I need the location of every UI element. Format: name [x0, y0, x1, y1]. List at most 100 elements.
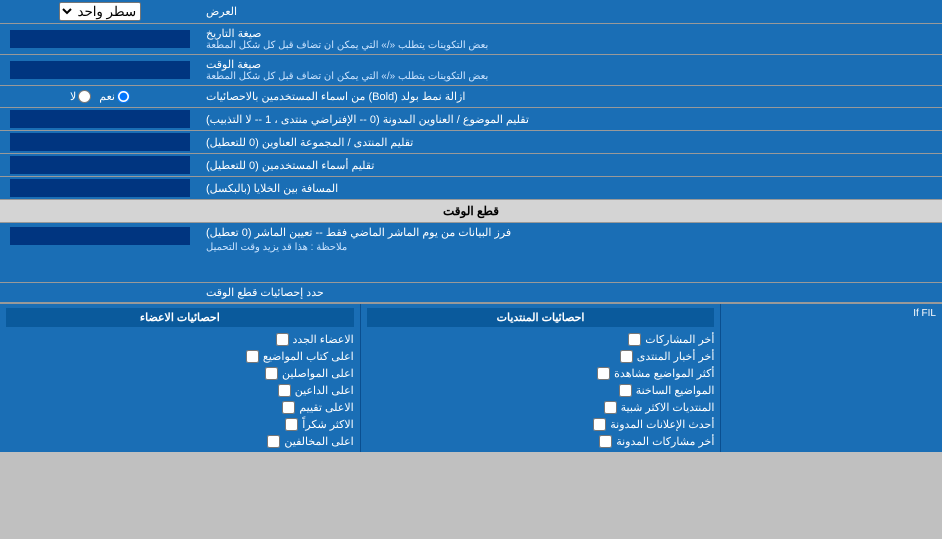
realtime-filter-control: 0 — [0, 223, 200, 282]
checkbox-col-3: If FIL — [721, 304, 942, 452]
checkbox-col2-0-label: أخر المشاركات — [645, 333, 714, 346]
topic-order-input[interactable]: 33 — [10, 110, 190, 128]
col2-header-text: احصائيات المنتديات — [497, 312, 585, 324]
checkbox-item-col1-3: اعلى الداعين — [6, 384, 354, 397]
checkbox-col2-1[interactable] — [620, 350, 633, 363]
checkbox-col2-2-label: أكثر المواضيع مشاهدة — [614, 367, 714, 380]
header-control: سطر واحد سطرين ثلاثة أسطر — [0, 0, 200, 23]
checkbox-col1-5-label: الاكثر شكراً — [302, 418, 353, 431]
bold-remove-label: ازالة نمط بولد (Bold) من اسماء المستخدمي… — [200, 86, 942, 107]
user-trim-control: 0 — [0, 154, 200, 176]
bold-no-label[interactable]: لا — [70, 90, 91, 103]
checkbox-col1-1[interactable] — [246, 350, 259, 363]
realtime-filter-input[interactable]: 0 — [10, 227, 190, 245]
checkbox-col1-1-label: اعلى كتاب المواضيع — [263, 350, 354, 363]
stats-limit-control — [0, 283, 200, 302]
checkbox-col1-0[interactable] — [276, 333, 289, 346]
checkbox-col2-1-label: أخر أخبار المنتدى — [637, 350, 715, 363]
checkbox-item-col1-6: اعلى المخالفين — [6, 435, 354, 448]
bold-no-radio[interactable] — [78, 90, 91, 103]
checkbox-item-col2-4: المنتديات الاكثر شبية — [367, 401, 715, 414]
user-trim-input[interactable]: 0 — [10, 156, 190, 174]
header-text: العرض — [206, 5, 237, 18]
forum-trim-text: تقليم المنتدى / المجموعة العناوين (0 للت… — [206, 136, 413, 149]
bold-remove-row: ازالة نمط بولد (Bold) من اسماء المستخدمي… — [0, 86, 942, 108]
topic-order-label: تقليم الموضوع / العناوين المدونة (0 -- ا… — [200, 108, 942, 130]
topic-order-text: تقليم الموضوع / العناوين المدونة (0 -- ا… — [206, 113, 529, 126]
display-mode-select[interactable]: سطر واحد سطرين ثلاثة أسطر — [59, 2, 141, 21]
forum-trim-input[interactable]: 33 — [10, 133, 190, 151]
forum-trim-row: تقليم المنتدى / المجموعة العناوين (0 للت… — [0, 131, 942, 154]
checkbox-col2-3[interactable] — [619, 384, 632, 397]
checkbox-item-col1-5: الاكثر شكراً — [6, 418, 354, 431]
stats-limit-label: حدد إحصائيات قطع الوقت — [200, 283, 942, 302]
topic-order-control: 33 — [0, 108, 200, 130]
user-trim-text: تقليم أسماء المستخدمين (0 للتعطيل) — [206, 159, 374, 172]
checkbox-col1-6[interactable] — [267, 435, 280, 448]
forum-trim-label: تقليم المنتدى / المجموعة العناوين (0 للت… — [200, 131, 942, 153]
col3-note: If FIL — [727, 308, 936, 319]
bold-yes-radio[interactable] — [117, 90, 130, 103]
realtime-section-header: قطع الوقت — [0, 200, 942, 223]
checkbox-col2-3-label: المواضيع الساخنة — [636, 384, 715, 397]
checkbox-col1-3-label: اعلى الداعين — [295, 384, 354, 397]
checkbox-col2-0[interactable] — [628, 333, 641, 346]
header-row: العرض سطر واحد سطرين ثلاثة أسطر — [0, 0, 942, 24]
checkbox-item-col2-6: أخر مشاركات المدونة — [367, 435, 715, 448]
checkbox-col2-6[interactable] — [599, 435, 612, 448]
date-format-row: صيغة التاريخ بعض التكوينات يتطلب «/» الت… — [0, 24, 942, 55]
checkbox-col1-5[interactable] — [285, 418, 298, 431]
checkbox-col1-2[interactable] — [265, 367, 278, 380]
checkbox-col2-2[interactable] — [597, 367, 610, 380]
forum-trim-control: 33 — [0, 131, 200, 153]
time-format-title: صيغة الوقت — [206, 58, 261, 71]
time-format-note: بعض التكوينات يتطلب «/» التي يمكن ان تضا… — [206, 71, 488, 82]
checkbox-col1-6-label: اعلى المخالفين — [284, 435, 353, 448]
checkbox-item-col2-3: المواضيع الساخنة — [367, 384, 715, 397]
checkbox-col1-3[interactable] — [278, 384, 291, 397]
checkbox-col1-2-label: اعلى المواصلين — [282, 367, 354, 380]
checkbox-col-2: احصائيات المنتديات أخر المشاركات أخر أخب… — [361, 304, 722, 452]
bold-remove-text: ازالة نمط بولد (Bold) من اسماء المستخدمي… — [206, 90, 465, 103]
user-trim-label: تقليم أسماء المستخدمين (0 للتعطيل) — [200, 154, 942, 176]
time-format-control: H:i — [0, 55, 200, 85]
checkbox-item-col1-1: اعلى كتاب المواضيع — [6, 350, 354, 363]
checkbox-col2-5-label: أحدث الإعلانات المدونة — [610, 418, 714, 431]
checkbox-item-col2-2: أكثر المواضيع مشاهدة — [367, 367, 715, 380]
time-format-input[interactable]: H:i — [10, 61, 190, 79]
checkbox-col-1: احصائيات الاعضاء الاعضاء الجدد اعلى كتاب… — [0, 304, 361, 452]
user-trim-row: تقليم أسماء المستخدمين (0 للتعطيل) 0 — [0, 154, 942, 177]
checkbox-col2-5[interactable] — [593, 418, 606, 431]
cell-spacing-control: 2 — [0, 177, 200, 199]
checkbox-col2-4[interactable] — [604, 401, 617, 414]
realtime-filter-note: ملاحظة : هذا قد يزيد وقت التحميل — [206, 242, 347, 253]
bold-yes-label[interactable]: نعم — [99, 90, 130, 103]
realtime-section-title: قطع الوقت — [443, 204, 499, 218]
checkbox-item-col2-1: أخر أخبار المنتدى — [367, 350, 715, 363]
topic-order-row: تقليم الموضوع / العناوين المدونة (0 -- ا… — [0, 108, 942, 131]
cell-spacing-input[interactable]: 2 — [10, 179, 190, 197]
checkbox-item-col1-4: الاعلى تقييم — [6, 401, 354, 414]
realtime-filter-label: فرز البيانات من يوم الماشر الماضي فقط --… — [200, 223, 942, 282]
cell-spacing-row: المسافة بين الخلايا (بالبكسل) 2 — [0, 177, 942, 200]
checkbox-col1-0-label: الاعضاء الجدد — [293, 333, 354, 346]
realtime-filter-text: فرز البيانات من يوم الماشر الماضي فقط --… — [206, 226, 511, 239]
checkbox-col1-4-label: الاعلى تقييم — [299, 401, 353, 414]
col1-header-text: احصائيات الاعضاء — [140, 312, 220, 324]
bold-remove-control: نعم لا — [0, 86, 200, 107]
time-format-row: صيغة الوقت بعض التكوينات يتطلب «/» التي … — [0, 55, 942, 86]
header-label: العرض — [200, 0, 942, 23]
date-format-label: صيغة التاريخ بعض التكوينات يتطلب «/» الت… — [200, 24, 942, 54]
date-format-control: d-m — [0, 24, 200, 54]
time-format-label: صيغة الوقت بعض التكوينات يتطلب «/» التي … — [200, 55, 942, 85]
checkbox-item-col1-0: الاعضاء الجدد — [6, 333, 354, 346]
checkbox-item-col2-5: أحدث الإعلانات المدونة — [367, 418, 715, 431]
date-format-input[interactable]: d-m — [10, 30, 190, 48]
col1-header: احصائيات الاعضاء — [6, 308, 354, 327]
date-format-note: بعض التكوينات يتطلب «/» التي يمكن ان تضا… — [206, 40, 488, 51]
checkbox-col2-4-label: المنتديات الاكثر شبية — [621, 401, 715, 414]
checkbox-col1-4[interactable] — [282, 401, 295, 414]
realtime-filter-row: فرز البيانات من يوم الماشر الماضي فقط --… — [0, 223, 942, 283]
date-format-title: صيغة التاريخ — [206, 27, 261, 40]
col2-header: احصائيات المنتديات — [367, 308, 715, 327]
